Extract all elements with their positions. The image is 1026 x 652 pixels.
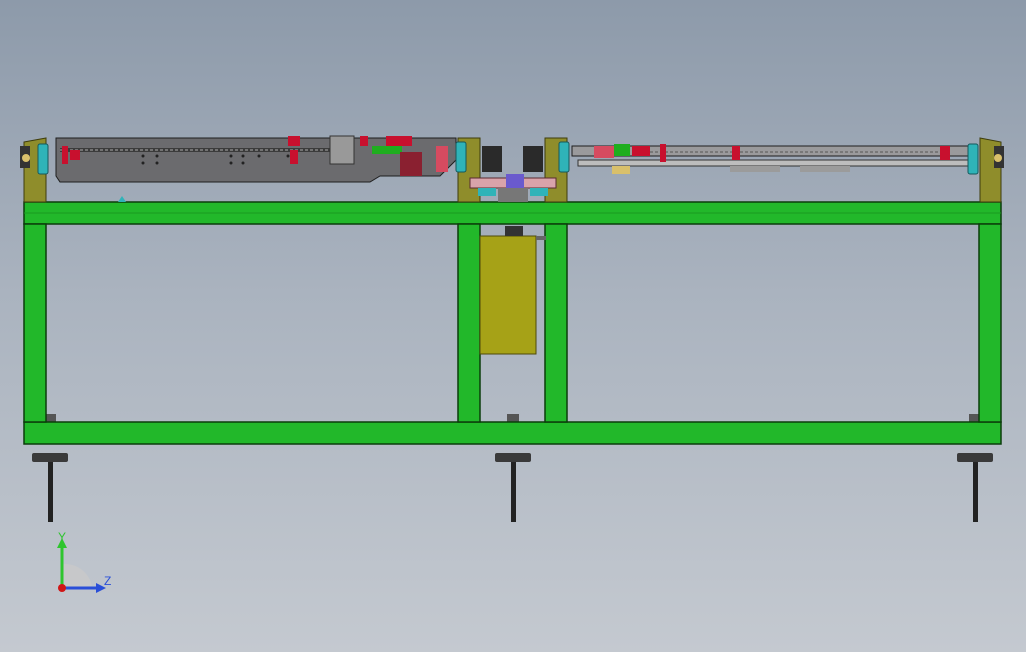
y-axis-label: Y	[58, 530, 67, 544]
bracket-left	[20, 137, 49, 203]
bracket-right	[967, 137, 1004, 203]
frame-bottom-beam	[23, 421, 1002, 445]
z-axis-label: Z	[104, 574, 112, 588]
frame-leg-middle-right	[544, 223, 568, 423]
orientation-triad[interactable]: Y Z	[40, 528, 130, 608]
center-drive-assembly[interactable]	[455, 137, 570, 203]
frame-leg-right	[978, 223, 1002, 423]
frame-leg-left	[23, 223, 47, 423]
x-axis-dot	[58, 584, 66, 592]
electrical-panel[interactable]	[479, 226, 546, 355]
linear-module-left[interactable]	[55, 135, 457, 183]
frame-leg-middle-left	[457, 223, 481, 423]
origin-marker	[118, 196, 126, 202]
linear-module-right[interactable]	[571, 144, 975, 174]
assembly-model[interactable]	[0, 0, 1026, 652]
triad-plane	[62, 563, 92, 588]
cad-viewport[interactable]: Y Z	[0, 0, 1026, 652]
